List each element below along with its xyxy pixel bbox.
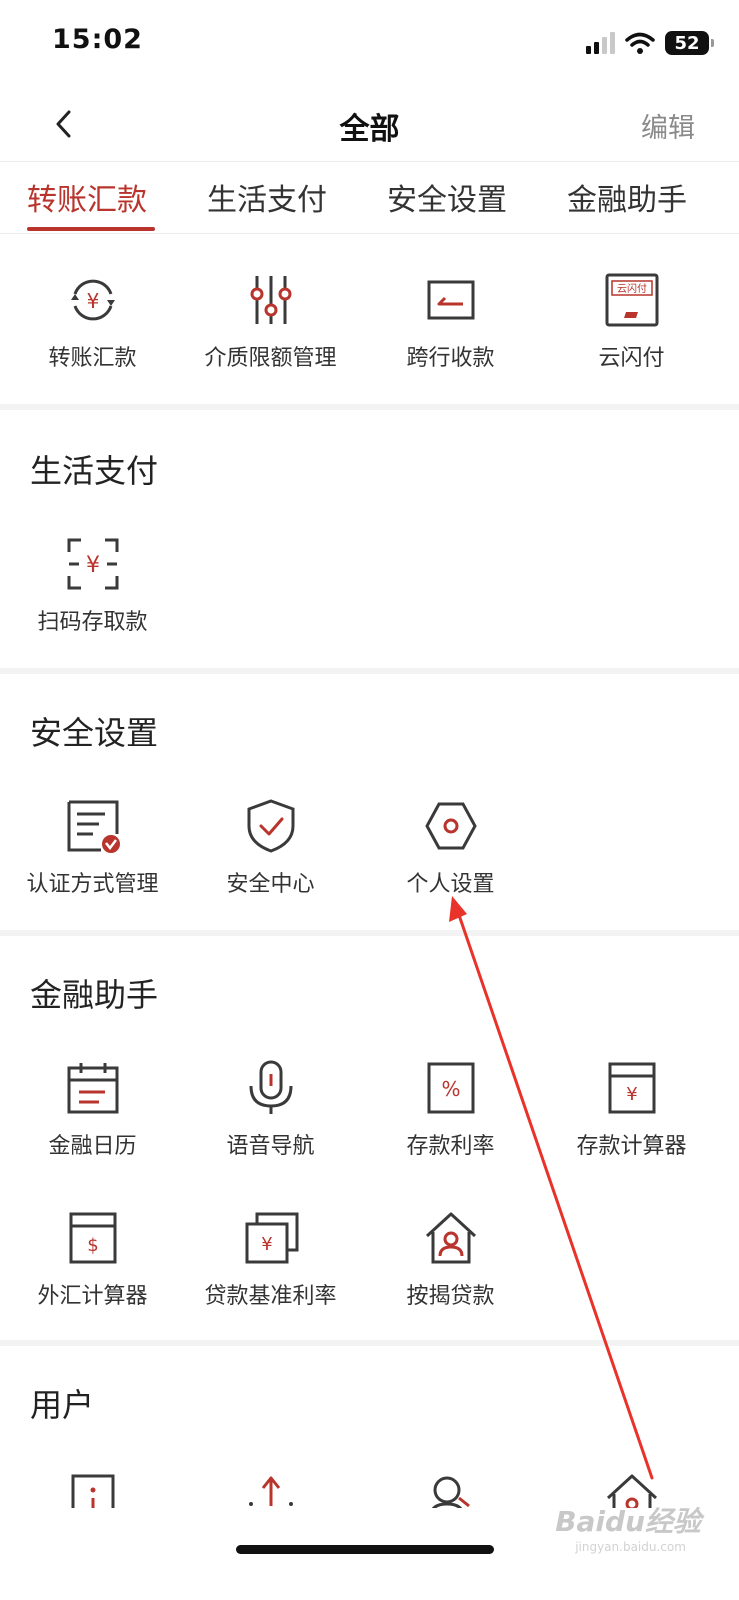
calendar-icon	[67, 1063, 118, 1114]
interbank-receive-icon	[427, 280, 474, 320]
back-button[interactable]	[44, 104, 84, 144]
grid-item-label: 外汇计算器	[37, 1284, 148, 1309]
grid-item-user-3[interactable]	[358, 1472, 543, 1508]
scan-yuan-icon: ¥	[67, 538, 118, 590]
cloud-quickpass-icon: 云闪付	[605, 273, 658, 327]
grid-item-security-center[interactable]: 安全中心	[178, 798, 363, 898]
svg-text:¥: ¥	[86, 553, 100, 578]
cellular-signal-icon	[586, 32, 615, 54]
category-tabs: 转账汇款 生活支付 安全设置 金融助手	[0, 163, 739, 233]
active-tab-indicator	[27, 227, 155, 231]
svg-text:$: $	[87, 1235, 98, 1256]
tab-transfer[interactable]: 转账汇款	[27, 175, 147, 219]
grid-item-label: 贷款基准利率	[204, 1284, 337, 1309]
grid-item-label: 安全中心	[226, 872, 315, 897]
grid-item-forex-calculator[interactable]: $ 外汇计算器	[0, 1210, 185, 1310]
status-time: 15:02	[52, 24, 143, 55]
nav-bar: 全部 编辑	[0, 90, 739, 162]
tabs-divider	[0, 233, 739, 234]
watermark: Baidu经验 jingyan.baidu.com	[555, 1500, 701, 1554]
grid-item-user-2[interactable]	[178, 1472, 363, 1508]
section-title-finance-assistant: 金融助手	[30, 976, 159, 1014]
shield-check-icon	[247, 799, 294, 853]
wifi-icon	[625, 32, 655, 54]
auth-doc-icon	[67, 800, 120, 853]
upload-arrow-icon	[248, 1476, 293, 1506]
grid-item-cloud-quickpass[interactable]: 云闪付 云闪付	[539, 272, 724, 372]
grid-item-label: 云闪付	[598, 346, 665, 371]
svg-text:¥: ¥	[261, 1234, 272, 1255]
section-title-user: 用户	[30, 1386, 95, 1424]
grid-item-label: 介质限额管理	[204, 346, 337, 371]
grid-item-transfer[interactable]: ¥ 转账汇款	[0, 272, 185, 372]
section-divider	[0, 404, 739, 410]
grid-item-deposit-calculator[interactable]: ¥ 存款计算器	[539, 1060, 724, 1160]
tab-finance-assistant[interactable]: 金融助手	[567, 175, 687, 219]
microphone-icon	[249, 1060, 292, 1114]
grid-item-media-limit-management[interactable]: 介质限额管理	[178, 272, 363, 372]
chevron-left-icon	[56, 110, 71, 138]
page-title: 全部	[339, 112, 400, 147]
section-title-security: 安全设置	[30, 714, 159, 752]
status-bar: 15:02 52	[0, 0, 739, 90]
sliders-icon	[250, 276, 291, 324]
deposit-calculator-icon: ¥	[608, 1062, 655, 1114]
section-divider	[0, 668, 739, 674]
grid-item-interbank-receive[interactable]: 跨行收款	[358, 272, 543, 372]
grid-item-user-1[interactable]	[0, 1472, 185, 1508]
hexagon-settings-icon	[424, 802, 477, 850]
section-divider	[0, 930, 739, 936]
grid-item-scan-deposit-withdraw[interactable]: ¥ 扫码存取款	[0, 536, 185, 636]
user-search-icon	[431, 1476, 470, 1508]
transfer-icon: ¥	[70, 279, 115, 321]
watermark-sub: jingyan.baidu.com	[575, 1540, 686, 1554]
grid-item-label: 存款计算器	[576, 1134, 687, 1159]
grid-item-label: 认证方式管理	[26, 872, 159, 897]
status-indicators: 52	[586, 30, 714, 56]
forex-calculator-icon: $	[69, 1212, 116, 1264]
grid-item-loan-benchmark-rate[interactable]: ¥ 贷款基准利率	[178, 1210, 363, 1310]
mortgage-house-icon	[425, 1212, 476, 1264]
info-doc-icon	[71, 1474, 114, 1508]
watermark-text: Baidu经验	[555, 1505, 701, 1538]
grid-item-label: 个人设置	[406, 872, 495, 897]
grid-item-personal-settings[interactable]: 个人设置	[358, 798, 543, 898]
grid-item-mortgage-loan[interactable]: 按揭贷款	[358, 1210, 543, 1310]
grid-item-label: 跨行收款	[406, 346, 495, 371]
cloud-quickpass-icon-text: 云闪付	[617, 282, 647, 295]
edit-button[interactable]: 编辑	[641, 106, 695, 145]
section-divider	[0, 1340, 739, 1346]
nav-divider	[0, 161, 739, 162]
grid-item-label: 存款利率	[406, 1134, 495, 1159]
grid-item-deposit-rate[interactable]: % 存款利率	[358, 1060, 543, 1160]
grid-item-voice-navigation[interactable]: 语音导航	[178, 1060, 363, 1160]
svg-text:%: %	[441, 1077, 460, 1101]
battery-level: 52	[665, 31, 714, 55]
home-indicator[interactable]	[236, 1545, 494, 1554]
grid-item-label: 按揭贷款	[406, 1284, 495, 1309]
grid-item-auth-method-management[interactable]: 认证方式管理	[0, 798, 185, 898]
loan-rate-icon: ¥	[245, 1212, 298, 1264]
grid-item-finance-calendar[interactable]: 金融日历	[0, 1060, 185, 1160]
svg-text:¥: ¥	[626, 1084, 637, 1105]
section-title-life-payment: 生活支付	[30, 452, 159, 490]
tab-security-settings[interactable]: 安全设置	[387, 175, 507, 219]
grid-item-label: 语音导航	[226, 1134, 315, 1159]
grid-item-label: 金融日历	[48, 1134, 137, 1159]
grid-item-label: 扫码存取款	[37, 610, 148, 635]
tab-life-payment[interactable]: 生活支付	[207, 175, 327, 219]
svg-text:¥: ¥	[86, 289, 99, 313]
grid-item-label: 转账汇款	[48, 346, 137, 371]
percent-doc-icon: %	[427, 1062, 474, 1114]
